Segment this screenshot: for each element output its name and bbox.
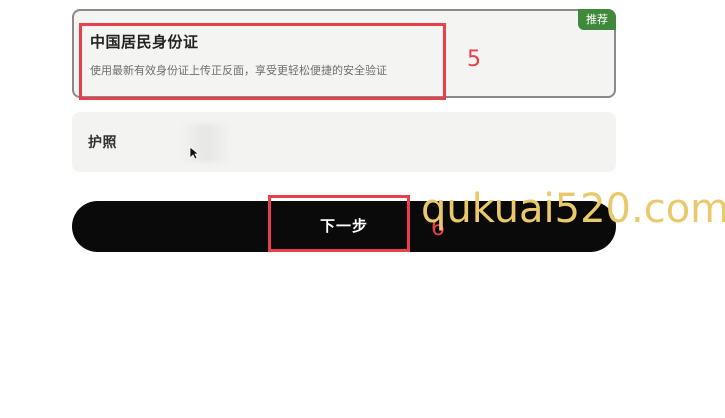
passport-option-title: 护照 <box>88 135 117 151</box>
annotation-number-5: 5 <box>467 47 481 72</box>
annotation-box-5 <box>79 23 446 100</box>
annotation-box-6 <box>268 195 410 252</box>
recommended-badge: 推荐 <box>578 9 616 30</box>
passport-option[interactable]: 护照 <box>72 112 616 172</box>
mouse-cursor-icon <box>189 146 199 160</box>
watermark-text: qukuai520.com <box>421 186 725 232</box>
verification-page: 中国居民身份证 使用最新有效身份证上传正反面，享受更轻松便捷的安全验证 推荐 护… <box>0 0 725 418</box>
